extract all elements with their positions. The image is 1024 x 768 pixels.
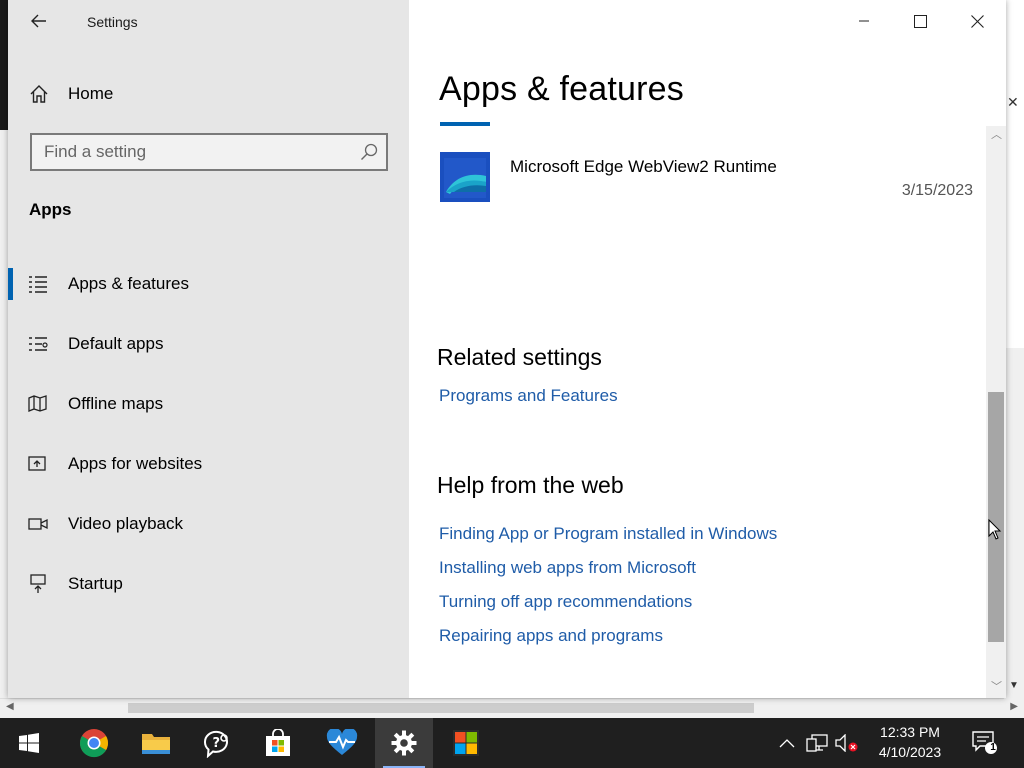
search-icon[interactable]: [360, 143, 378, 161]
background-horizontal-scrollbar[interactable]: ◀ ▶: [0, 698, 1018, 719]
app-list-item[interactable]: Microsoft Edge WebView2 Runtime 3/15/202…: [438, 150, 973, 204]
clock-date: 4/10/2023: [878, 744, 942, 760]
minimize-button[interactable]: [841, 0, 887, 42]
sidebar-item-home[interactable]: Home: [28, 80, 113, 108]
svg-text:?: ?: [213, 736, 221, 751]
app-install-date: 3/15/2023: [901, 182, 973, 199]
scroll-down-icon[interactable]: ▼: [1009, 680, 1019, 691]
edge-webview-icon: [440, 152, 490, 202]
sidebar-item-label: Default apps: [68, 334, 164, 353]
related-settings-heading: Related settings: [437, 344, 602, 370]
sidebar-item-default-apps[interactable]: Default apps: [8, 324, 409, 364]
indicator: [8, 448, 13, 480]
sidebar-item-label: Apps for websites: [68, 454, 203, 473]
default-apps-icon: [28, 334, 48, 354]
sidebar-item-startup[interactable]: Startup: [8, 564, 409, 604]
taskbar-clock[interactable]: 12:33 PM 4/10/2023: [862, 722, 958, 762]
video-playback-icon: [28, 514, 48, 534]
background-window[interactable]: ✕: [1004, 0, 1024, 348]
show-hidden-icons-button[interactable]: [776, 718, 798, 768]
chrome-icon: [79, 729, 108, 758]
back-arrow-icon: [31, 14, 46, 28]
network-button[interactable]: [804, 718, 830, 768]
sidebar-item-apps-for-websites[interactable]: Apps for websites: [8, 444, 409, 484]
notification-count-badge: 1: [990, 742, 996, 753]
apps-features-icon: [28, 274, 48, 294]
file-explorer-icon: [142, 734, 170, 754]
close-icon[interactable]: ✕: [1007, 94, 1019, 111]
feedback-hub-icon: ?: [203, 730, 228, 758]
help-link[interactable]: Finding App or Program installed in Wind…: [439, 524, 777, 544]
indicator: [8, 508, 13, 540]
help-link[interactable]: Repairing apps and programs: [439, 626, 663, 646]
background-window-edge: [0, 0, 8, 130]
taskbar-settings[interactable]: [375, 718, 433, 768]
back-button[interactable]: [28, 10, 50, 32]
taskbar-microsoft-store[interactable]: [249, 718, 307, 768]
help-link[interactable]: Turning off app recommendations: [439, 592, 692, 612]
windows-start-icon: [19, 733, 39, 753]
maximize-button[interactable]: [897, 0, 943, 42]
action-center-button[interactable]: 1: [968, 718, 1002, 768]
page-title: Apps & features: [439, 70, 684, 108]
sidebar-item-apps-features[interactable]: Apps & features: [8, 264, 409, 304]
help-from-web-heading: Help from the web: [437, 472, 624, 498]
taskbar-health-app[interactable]: [313, 718, 371, 768]
chevron-up-icon: [779, 739, 795, 748]
scroll-left-icon[interactable]: ◀: [6, 701, 14, 712]
truncated-content: · ·: [888, 126, 905, 130]
taskbar: ? 12:33 PM 4/10/2023 1: [0, 718, 1024, 768]
taskbar-file-explorer[interactable]: [127, 718, 185, 768]
scrollbar-thumb[interactable]: [128, 703, 754, 713]
window-title: Settings: [87, 14, 138, 30]
sidebar-item-label: Startup: [68, 574, 123, 593]
help-link[interactable]: Installing web apps from Microsoft: [439, 558, 696, 578]
scroll-up-icon[interactable]: ︿: [991, 126, 1002, 142]
mouse-cursor-icon: [988, 519, 1002, 540]
sidebar-item-label: Offline maps: [68, 394, 164, 413]
microsoft-store-icon: [266, 729, 290, 756]
search-box[interactable]: [30, 133, 388, 171]
indicator: [8, 328, 13, 360]
scroll-right-icon[interactable]: ▶: [1010, 701, 1018, 712]
section-label-apps: Apps: [29, 200, 72, 219]
offline-maps-icon: [28, 394, 48, 414]
home-label: Home: [68, 84, 114, 103]
network-icon: [806, 734, 828, 752]
indicator: [8, 388, 13, 420]
home-icon: [28, 83, 50, 105]
clock-time: 12:33 PM: [880, 724, 940, 740]
start-button[interactable]: [0, 718, 58, 768]
sidebar-item-label: Apps & features: [68, 274, 189, 293]
indicator: [8, 568, 13, 600]
close-icon: [970, 14, 984, 28]
taskbar-microsoft-app[interactable]: [437, 718, 495, 768]
settings-window: Settings Home Apps Apps & features Defau…: [8, 0, 1006, 698]
microsoft-app-icon: [453, 730, 479, 756]
scroll-down-icon[interactable]: ﹀: [991, 678, 1002, 694]
sidebar-item-offline-maps[interactable]: Offline maps: [8, 384, 409, 424]
apps-for-websites-icon: [28, 454, 48, 474]
taskbar-chrome[interactable]: [65, 718, 123, 768]
close-button[interactable]: [954, 0, 1000, 42]
minimize-icon: [859, 20, 869, 22]
startup-icon: [28, 574, 48, 594]
search-input[interactable]: [32, 135, 344, 169]
volume-button[interactable]: [834, 718, 860, 768]
sidebar-item-label: Video playback: [68, 514, 183, 533]
content-scroll-area[interactable]: · · Microsoft Edge WebView2 Runtime 3/15…: [418, 126, 986, 698]
maximize-icon: [913, 14, 927, 28]
app-name: Microsoft Edge WebView2 Runtime: [510, 157, 777, 176]
scrollbar-thumb[interactable]: [988, 392, 1004, 642]
programs-and-features-link[interactable]: Programs and Features: [439, 386, 618, 406]
health-app-icon: [326, 729, 358, 755]
sidebar: Settings Home Apps Apps & features Defau…: [8, 0, 409, 698]
settings-icon: [391, 730, 417, 756]
vertical-scrollbar[interactable]: ︿ ﹀: [986, 126, 1006, 698]
sidebar-item-video-playback[interactable]: Video playback: [8, 504, 409, 544]
volume-muted-icon: [835, 734, 858, 752]
taskbar-feedback-hub[interactable]: ?: [189, 718, 247, 768]
active-indicator: [8, 268, 13, 300]
